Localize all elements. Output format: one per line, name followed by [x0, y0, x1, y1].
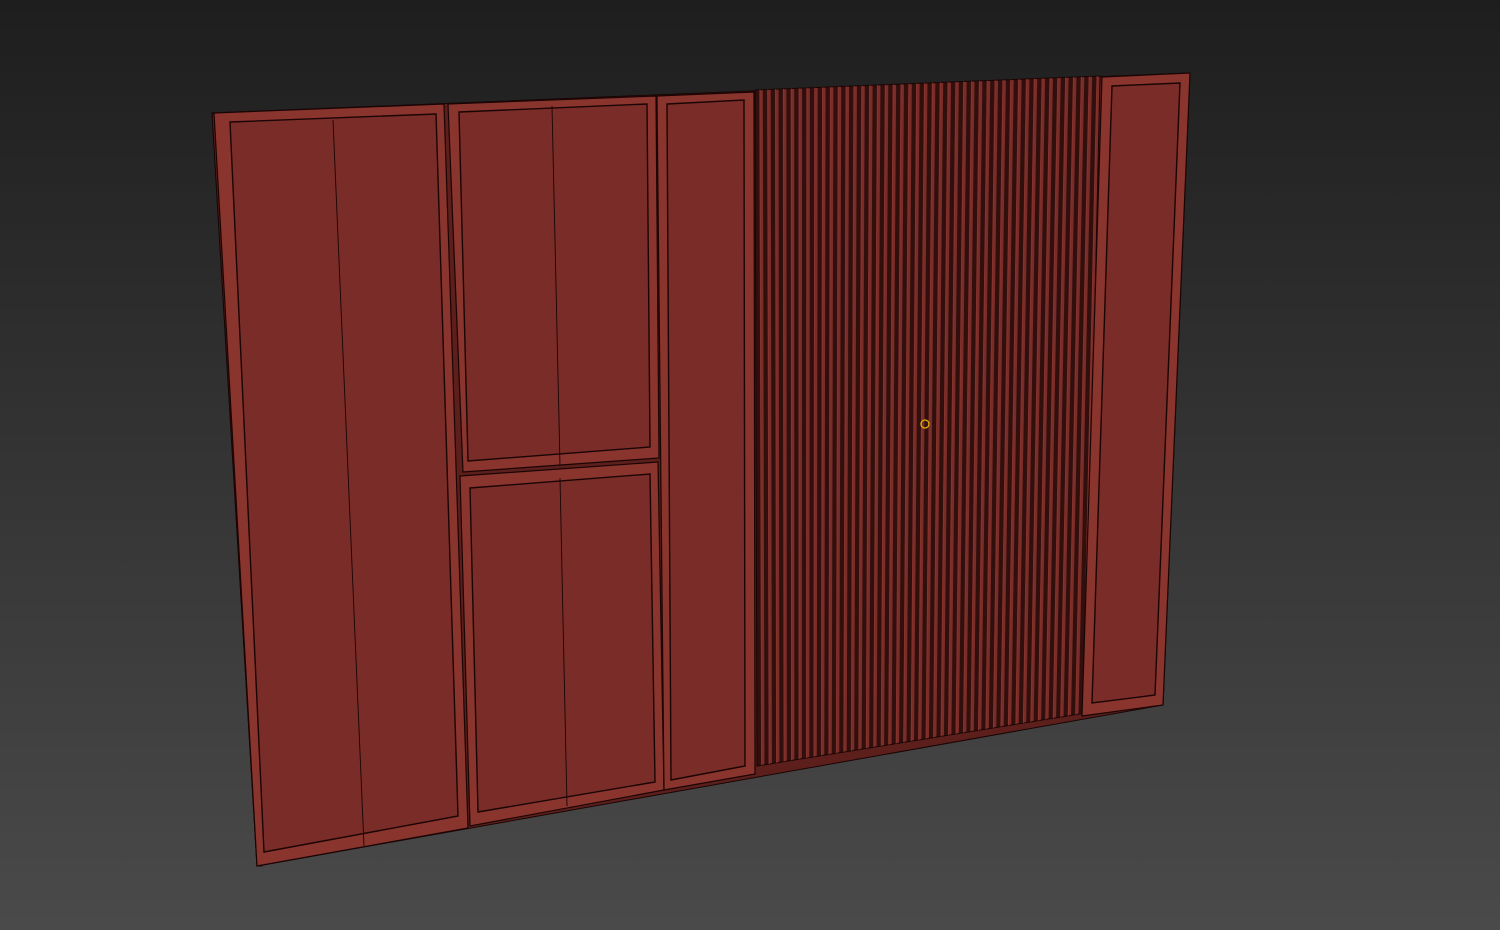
upper-panel-middle[interactable] [447, 95, 660, 473]
viewport-canvas[interactable] [0, 0, 1500, 930]
slat-groove [786, 88, 792, 762]
lower-panel-middle[interactable] [459, 461, 665, 827]
3d-viewport[interactable] [0, 0, 1500, 930]
tall-panel-left[interactable] [213, 103, 469, 867]
slat-groove [794, 88, 799, 760]
slat-groove [809, 87, 815, 758]
slat-groove [801, 87, 807, 759]
narrow-panel[interactable] [656, 91, 756, 791]
